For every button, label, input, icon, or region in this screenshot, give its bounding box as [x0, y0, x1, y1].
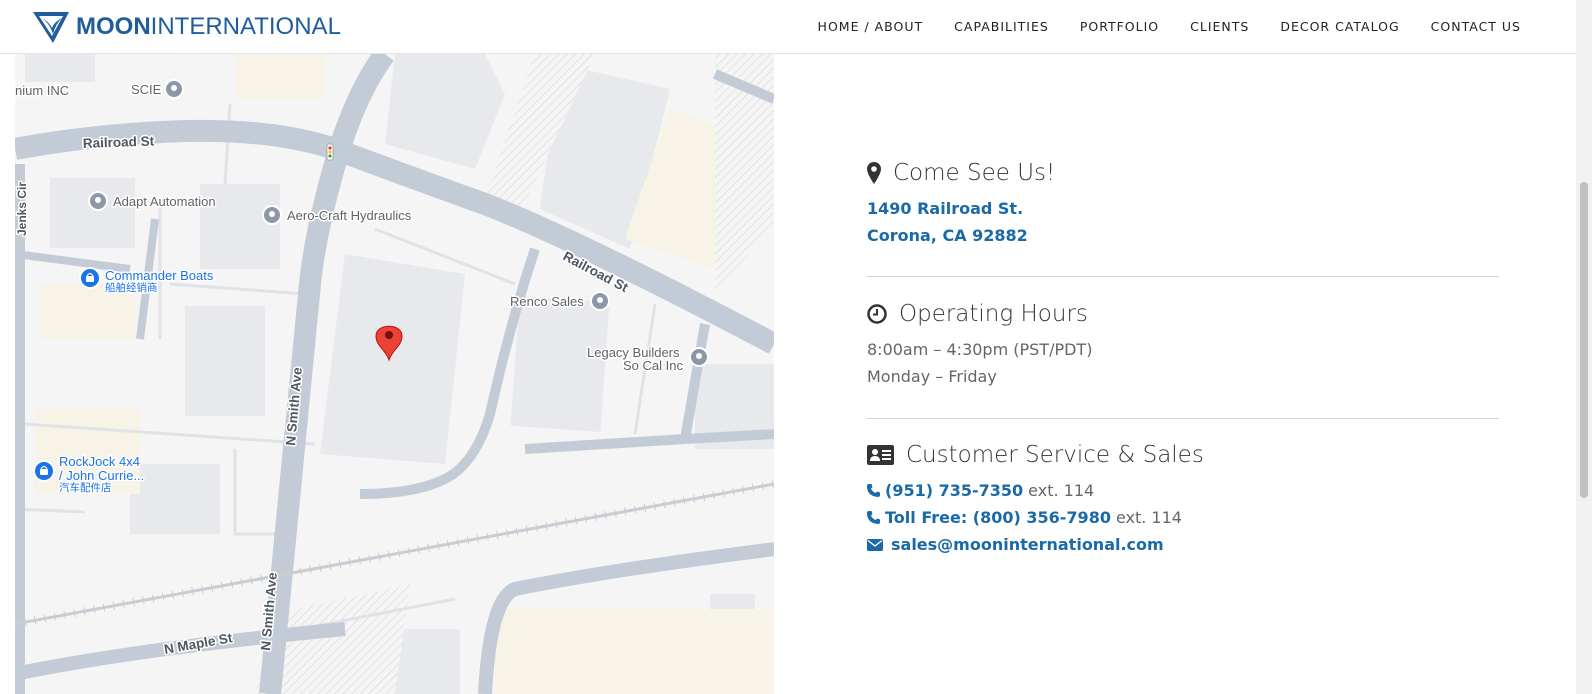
id-card-icon [867, 445, 894, 465]
visit-section: Come See Us! 1490 Railroad St. Corona, C… [867, 157, 1499, 249]
logo-light-text: INTERNATIONAL [150, 13, 341, 40]
hours-days: Monday – Friday [867, 367, 997, 386]
phone-icon [867, 511, 880, 524]
email-link[interactable]: sales@mooninternational.com [891, 531, 1164, 558]
map-canvas[interactable]: nium INC SCIE Adapt Automation Aero-Craf… [15, 54, 774, 694]
map-label-scie: SCIE [131, 82, 162, 97]
map-label-renco: Renco Sales [510, 294, 584, 309]
visit-title: Come See Us! [893, 160, 1056, 186]
hours-title: Operating Hours [899, 301, 1088, 327]
map-label-nium: nium INC [15, 83, 69, 98]
service-section: Customer Service & Sales (951) 735-7350 … [867, 439, 1499, 558]
email-row: sales@mooninternational.com [867, 531, 1499, 558]
traffic-light-icon [326, 143, 334, 161]
logo-bold-text: MOON [76, 13, 151, 40]
map-label-rockjock-2: / John Currie... [59, 468, 144, 483]
google-map[interactable]: nium INC SCIE Adapt Automation Aero-Craf… [15, 54, 774, 694]
address-line-1[interactable]: 1490 Railroad St. [867, 199, 1023, 218]
nav-clients[interactable]: CLIENTS [1190, 19, 1249, 34]
hours-section: Operating Hours 8:00am – 4:30pm (PST/PDT… [867, 298, 1499, 390]
divider-1 [867, 276, 1499, 277]
nav-capabilities[interactable]: CAPABILITIES [954, 19, 1049, 34]
map-label-jenks: Jenks Cir [15, 182, 29, 236]
map-label-adapt: Adapt Automation [113, 194, 216, 209]
nav-portfolio[interactable]: PORTFOLIO [1080, 19, 1159, 34]
phone-link[interactable]: (951) 735-7350 [885, 477, 1023, 504]
tollfree-ext: ext. 114 [1115, 508, 1182, 527]
map-label-legacy-2: So Cal Inc [623, 358, 683, 373]
phone-ext: ext. 114 [1028, 481, 1095, 500]
nav-contact-us[interactable]: CONTACT US [1431, 19, 1521, 34]
clock-icon [867, 304, 887, 324]
map-label-aerocraft: Aero-Craft Hydraulics [287, 208, 412, 223]
nav-decor-catalog[interactable]: DECOR CATALOG [1280, 19, 1399, 34]
hours-time: 8:00am – 4:30pm (PST/PDT) [867, 340, 1093, 359]
address-line-2[interactable]: Corona, CA 92882 [867, 226, 1028, 245]
site-header: MOONINTERNATIONAL HOME / ABOUT CAPABILIT… [0, 0, 1576, 54]
map-label-railroad-1: Railroad St [83, 134, 155, 151]
scrollbar-thumb[interactable] [1580, 182, 1588, 498]
nav-home-about[interactable]: HOME / ABOUT [818, 19, 924, 34]
map-label-rockjock-cn: 汽车配件店 [59, 481, 112, 494]
logo[interactable]: MOONINTERNATIONAL [32, 10, 341, 44]
service-title: Customer Service & Sales [906, 442, 1204, 468]
map-label-rockjock-1: RockJock 4x4 [59, 454, 140, 469]
phone-row: (951) 735-7350 ext. 114 [867, 477, 1499, 504]
divider-2 [867, 418, 1499, 419]
map-marker-icon [867, 162, 881, 184]
page-scrollbar[interactable] [1576, 0, 1592, 694]
map-label-commander: Commander Boats [105, 268, 214, 283]
map-label-commander-cn: 船舶经销商 [105, 281, 158, 294]
tollfree-link[interactable]: Toll Free: (800) 356-7980 [885, 504, 1111, 531]
envelope-icon [867, 538, 883, 551]
phone-icon [867, 484, 880, 497]
moon-logo-icon [33, 12, 69, 43]
tollfree-row: Toll Free: (800) 356-7980 ext. 114 [867, 504, 1499, 531]
main-nav: HOME / ABOUT CAPABILITIES PORTFOLIO CLIE… [787, 0, 1521, 53]
